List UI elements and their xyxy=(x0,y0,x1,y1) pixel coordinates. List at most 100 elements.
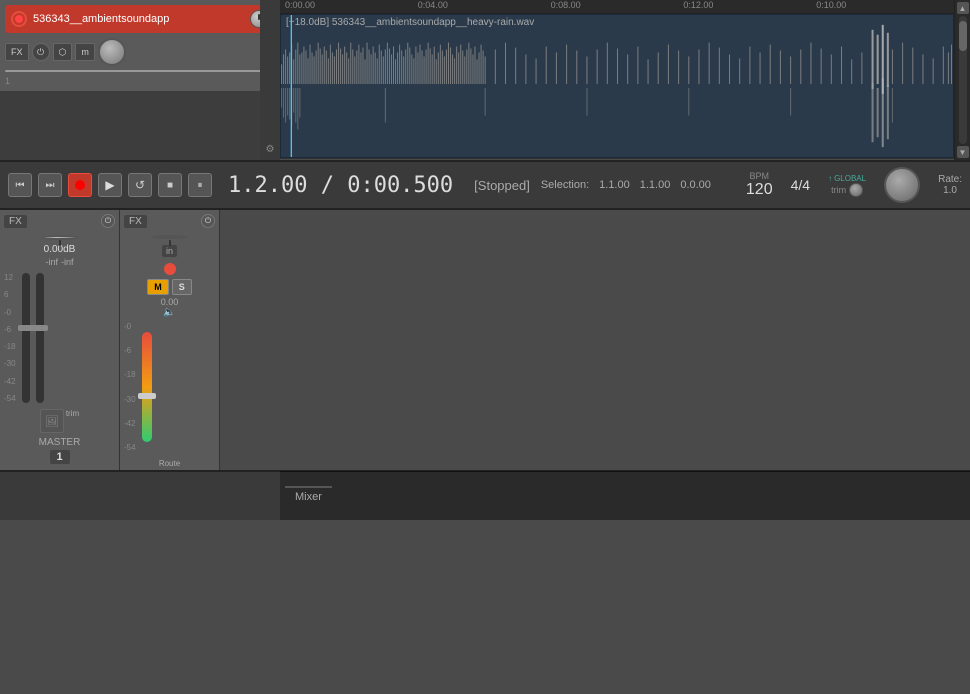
global-arrow-icon: ↑ xyxy=(828,174,832,183)
channel2-solo-btn[interactable]: S xyxy=(172,279,192,295)
channel2-faders xyxy=(142,322,152,452)
transport-bar: ⏮ ⏭ ▶ ↺ ■ ⏸ 1.2.00 / 0:00.500 [Stopped] … xyxy=(0,160,970,210)
fader-right-track[interactable] xyxy=(36,273,44,403)
pause-btn[interactable]: ⏸ xyxy=(188,173,212,197)
scale-m18: -18 xyxy=(4,342,16,351)
track-power-button[interactable]: ⏻ xyxy=(32,43,50,61)
record-btn[interactable] xyxy=(68,173,92,197)
fader-left-track[interactable] xyxy=(22,273,30,403)
time-signature[interactable]: 4/4 xyxy=(791,177,810,193)
track-volume-knob[interactable] xyxy=(98,38,126,66)
scroll-down-btn[interactable]: ▼ xyxy=(957,146,969,158)
channel2-speaker-btn[interactable]: 🔈 xyxy=(162,307,178,318)
selection-info: Selection: 1.1.00 1.1.00 0.0.00 xyxy=(541,179,711,191)
rate-section: Rate: 1.0 xyxy=(938,174,962,196)
selection-end: 1.1.00 xyxy=(640,179,671,191)
channel-2: FX ⏻ in M S 0.00 🔈 -0 -6 -18 -30 -42 -54 xyxy=(120,210,220,470)
scale2-m42: -42 xyxy=(124,419,136,428)
channel2-mute-solo: M S xyxy=(124,279,215,295)
track-number: 1 xyxy=(5,76,274,86)
channel1-image-btn[interactable]: 🖼 xyxy=(40,409,64,433)
fader-right-col xyxy=(36,273,44,403)
scale-12: 12 xyxy=(4,273,16,282)
fader2-left-track[interactable] xyxy=(142,332,152,442)
global-label: GLOBAL xyxy=(834,174,866,183)
channel1-scale: 12 6 -0 -6 -18 -30 -42 -54 xyxy=(4,273,16,403)
playhead xyxy=(291,15,292,157)
global-section: ↑ GLOBAL trim xyxy=(828,174,866,197)
channel2-in-label: in xyxy=(162,245,177,257)
vertical-scrollbar-track[interactable] xyxy=(959,16,967,144)
rewind-btn[interactable]: ⏭ xyxy=(38,173,62,197)
channel2-db-value: 0.00 xyxy=(124,297,215,307)
fader-right-thumb[interactable] xyxy=(32,325,48,331)
mixer-tab[interactable]: Mixer xyxy=(285,486,332,506)
channel1-fader-top: -inf xyxy=(45,257,58,267)
waveform-track[interactable]: [+18.0dB] 536343__ambientsoundapp__heavy… xyxy=(280,14,954,158)
waveform-area: 0:00.00 0:04.00 0:08.00 0:12.00 0:10.00 … xyxy=(280,0,954,160)
channel2-scale: -0 -6 -18 -30 -42 -54 xyxy=(124,322,136,452)
track-record-button[interactable] xyxy=(11,11,27,27)
channel2-fx-label[interactable]: FX xyxy=(124,215,147,228)
scale-m42: -42 xyxy=(4,377,16,386)
ruler-mark-0: 0:00.00 xyxy=(285,0,315,10)
bpm-value[interactable]: 120 xyxy=(746,181,773,199)
bottom-section: Mixer xyxy=(0,470,970,520)
channel-1: FX ⏻ 0.00dB -inf -inf 12 6 -0 -6 -18 -30… xyxy=(0,210,120,470)
track-divider: ⚙ xyxy=(260,0,280,160)
channel1-pan-knob[interactable] xyxy=(42,235,78,240)
fader2-left-thumb[interactable] xyxy=(138,393,156,399)
vertical-scrollbar-thumb[interactable] xyxy=(959,21,967,51)
scale-m30: -30 xyxy=(4,359,16,368)
channel2-mute-btn[interactable]: M xyxy=(147,279,169,295)
track-name: 536343__ambientsoundapp xyxy=(33,13,250,25)
global-btn[interactable]: ↑ GLOBAL xyxy=(828,174,866,183)
cycle-btn[interactable]: ↺ xyxy=(128,173,152,197)
channel1-name-area: MASTER 1 xyxy=(4,437,115,466)
channel1-power-btn[interactable]: ⏻ xyxy=(101,214,115,228)
bottom-left xyxy=(0,471,280,520)
scale-m6: -6 xyxy=(4,325,16,334)
time-display: 1.2.00 / 0:00.500 xyxy=(228,173,453,198)
ruler-mark-4: 0:10.00 xyxy=(816,0,846,10)
track-controls: FX ⏻ ⬡ m xyxy=(5,38,274,66)
channel1-trim-label: trim xyxy=(66,409,79,433)
scroll-up-btn[interactable]: ▲ xyxy=(957,2,969,14)
trim-label: trim xyxy=(831,185,846,195)
channel1-bottom-btns: 🖼 trim xyxy=(4,409,115,433)
fader-left-col xyxy=(22,273,30,403)
channel1-faders xyxy=(22,273,44,403)
channel1-fader-row: 12 6 -0 -6 -18 -30 -42 -54 xyxy=(4,269,115,407)
vertical-scrollbar[interactable]: ▲ ▼ xyxy=(954,0,970,160)
track-settings-icon[interactable]: ⚙ xyxy=(266,144,275,155)
track-title-bar: 536343__ambientsoundapp xyxy=(5,5,274,33)
track-automation-button[interactable]: ⬡ xyxy=(53,43,73,61)
stop-btn[interactable]: ■ xyxy=(158,173,182,197)
channel1-fx-label[interactable]: FX xyxy=(4,215,27,228)
ruler-mark-2: 0:08.00 xyxy=(551,0,581,10)
scale2-m18: -18 xyxy=(124,370,136,379)
scale-6: 6 xyxy=(4,290,16,299)
ruler-marks: 0:00.00 0:04.00 0:08.00 0:12.00 0:10.00 xyxy=(285,0,949,14)
ruler-mark-1: 0:04.00 xyxy=(418,0,448,10)
channel1-mute-solo: -inf -inf xyxy=(4,257,115,267)
channel2-in-area: in xyxy=(124,243,215,277)
top-area: 536343__ambientsoundapp FX ⏻ ⬡ m 1 ⚙ xyxy=(0,0,970,160)
channel2-power-btn[interactable]: ⏻ xyxy=(201,214,215,228)
scale2-0: -0 xyxy=(124,322,136,331)
channel1-fx-bar: FX ⏻ xyxy=(4,214,115,228)
bpm-label: BPM xyxy=(750,171,770,181)
master-volume-knob[interactable] xyxy=(884,167,920,203)
channel1-fader-bot: -inf xyxy=(61,257,74,267)
fader2-left-col xyxy=(142,332,152,442)
rewind-start-btn[interactable]: ⏮ xyxy=(8,173,32,197)
waveform-label: [+18.0dB] 536343__ambientsoundapp__heavy… xyxy=(286,17,534,28)
mixer-tab-bar: Mixer xyxy=(280,471,970,520)
fx-button[interactable]: FX xyxy=(5,43,29,61)
trim-knob[interactable] xyxy=(849,183,863,197)
channel2-bottom: Route xyxy=(124,458,215,468)
track-extra-button[interactable]: m xyxy=(75,43,95,61)
channel2-pan-knob[interactable] xyxy=(152,235,188,239)
timeline-ruler: 0:00.00 0:04.00 0:08.00 0:12.00 0:10.00 xyxy=(280,0,954,14)
play-btn[interactable]: ▶ xyxy=(98,173,122,197)
